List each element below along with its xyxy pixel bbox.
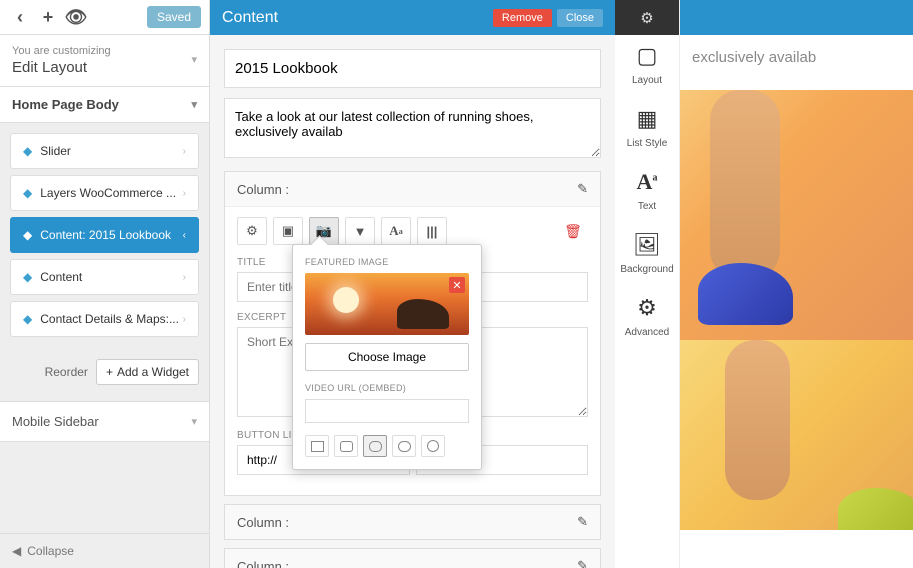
collapse-icon: ◀ xyxy=(12,544,21,558)
design-panel: ⚙ ▢Layout ▦List Style AaText 🖼Background… xyxy=(615,0,680,568)
column-header[interactable]: Column : ✎ xyxy=(225,172,600,206)
text-icon: Aa xyxy=(619,171,675,193)
remove-button[interactable]: Remove xyxy=(493,9,552,27)
image-icon[interactable]: ▣ xyxy=(273,217,303,245)
column-header[interactable]: Column :✎ xyxy=(225,505,600,539)
content-body: Take a look at our latest collection of … xyxy=(210,35,615,568)
widget-list: ◆Slider› ◆Layers WooCommerce ...› ◆Conte… xyxy=(0,123,209,353)
preview-topbar xyxy=(680,0,913,35)
widget-contact-maps[interactable]: ◆Contact Details & Maps:...› xyxy=(10,301,199,337)
close-button[interactable]: Close xyxy=(557,9,603,27)
layers-icon: ◆ xyxy=(23,186,32,200)
column-header[interactable]: Column :✎ xyxy=(225,549,600,568)
plus-icon: + xyxy=(106,365,113,379)
design-list-style[interactable]: ▦List Style xyxy=(615,98,679,161)
video-url-label: VIDEO URL (OEMBED) xyxy=(305,383,469,393)
design-layout[interactable]: ▢Layout xyxy=(615,35,679,98)
layers-icon: ◆ xyxy=(23,144,32,158)
shape-round-sm[interactable] xyxy=(334,435,358,457)
add-icon[interactable]: + xyxy=(36,5,60,29)
layers-icon: ◆ xyxy=(23,228,32,242)
sliders-icon: ⚙ xyxy=(619,297,675,319)
saved-button[interactable]: Saved xyxy=(147,6,201,28)
customizer-sidebar: ‹ + 👁 Saved You are customizing Edit Lay… xyxy=(0,0,210,568)
featured-image-label: FEATURED IMAGE xyxy=(305,257,469,267)
column-accordion: Column :✎ xyxy=(224,504,601,540)
preview-pane: exclusively availab xyxy=(680,0,913,568)
chevron-right-icon: › xyxy=(183,314,186,325)
chevron-left-icon: ‹ xyxy=(183,230,186,241)
shape-round-lg[interactable] xyxy=(392,435,416,457)
shape-square[interactable] xyxy=(305,435,329,457)
chevron-right-icon: › xyxy=(183,188,186,199)
layers-icon: ◆ xyxy=(23,270,32,284)
widget-slider[interactable]: ◆Slider› xyxy=(10,133,199,169)
add-widget-button[interactable]: +Add a Widget xyxy=(96,359,199,385)
columns-icon[interactable]: ||| xyxy=(417,217,447,245)
section-mobile-sidebar[interactable]: Mobile Sidebar ▾ xyxy=(0,401,209,442)
image-decoration xyxy=(333,287,359,313)
preview-body-text: exclusively availab xyxy=(680,35,913,80)
edit-layout-title: Edit Layout xyxy=(12,59,197,76)
widget-content[interactable]: ◆Content› xyxy=(10,259,199,295)
chevron-right-icon: › xyxy=(183,272,186,283)
column-toolbar: ⚙ ▣ 📷 ▼ Aa ||| 🗑 xyxy=(237,217,588,245)
trash-icon[interactable]: 🗑 xyxy=(558,217,588,245)
shield-icon[interactable]: ▼ xyxy=(345,217,375,245)
column-accordion-open: Column : ✎ ⚙ ▣ 📷 ▼ Aa ||| 🗑 TITLE EXCERP… xyxy=(224,171,601,496)
layout-icon: ▢ xyxy=(619,45,675,67)
layers-icon: ◆ xyxy=(23,312,32,326)
image-icon: 🖼 xyxy=(619,234,675,256)
shape-circle[interactable] xyxy=(421,435,445,457)
video-url-input[interactable] xyxy=(305,399,469,423)
reorder-link[interactable]: Reorder xyxy=(45,365,88,379)
pencil-icon[interactable]: ✎ xyxy=(577,558,588,568)
customize-header[interactable]: You are customizing Edit Layout ▾ xyxy=(0,35,209,87)
design-text[interactable]: AaText xyxy=(615,161,679,224)
choose-image-button[interactable]: Choose Image xyxy=(305,343,469,371)
remove-image-icon[interactable]: ✕ xyxy=(449,277,465,293)
content-header: Content Remove Close xyxy=(210,0,615,35)
column-accordion: Column :✎ xyxy=(224,548,601,568)
preview-eye-icon[interactable]: 👁 xyxy=(64,5,88,29)
column-body: ⚙ ▣ 📷 ▼ Aa ||| 🗑 TITLE EXCERPT BUTTON LI… xyxy=(225,206,600,495)
sidebar-topbar: ‹ + 👁 Saved xyxy=(0,0,209,35)
panel-title: Content xyxy=(222,9,278,27)
content-panel: Content Remove Close Take a look at our … xyxy=(210,0,615,568)
back-icon[interactable]: ‹ xyxy=(8,5,32,29)
heading-input[interactable] xyxy=(224,49,601,88)
design-advanced[interactable]: ⚙Advanced xyxy=(615,287,679,350)
collapse-button[interactable]: ◀ Collapse xyxy=(0,533,209,568)
body-textarea[interactable]: Take a look at our latest collection of … xyxy=(224,98,601,158)
pencil-icon[interactable]: ✎ xyxy=(577,514,588,530)
section-label: Home Page Body xyxy=(12,97,119,112)
image-decoration xyxy=(397,299,449,329)
sliders-icon: ⚙ xyxy=(640,9,653,27)
featured-image-popover: FEATURED IMAGE ✕ Choose Image VIDEO URL … xyxy=(292,244,482,470)
shape-round-md[interactable] xyxy=(363,435,387,457)
design-header[interactable]: ⚙ xyxy=(615,0,679,35)
sliders-icon[interactable]: ⚙ xyxy=(237,217,267,245)
image-shape-row xyxy=(305,435,469,457)
text-size-icon[interactable]: Aa xyxy=(381,217,411,245)
featured-image-preview: ✕ xyxy=(305,273,469,335)
chevron-down-icon: ▾ xyxy=(191,415,197,428)
widget-woocommerce[interactable]: ◆Layers WooCommerce ...› xyxy=(10,175,199,211)
widget-content-lookbook[interactable]: ◆Content: 2015 Lookbook‹ xyxy=(10,217,199,253)
pencil-icon[interactable]: ✎ xyxy=(577,181,588,197)
widget-actions: Reorder +Add a Widget xyxy=(0,353,209,397)
chevron-right-icon: › xyxy=(183,146,186,157)
preview-image-runner-bottom xyxy=(680,340,913,530)
section-home-body[interactable]: Home Page Body ▾ xyxy=(0,87,209,123)
chevron-down-icon: ▾ xyxy=(191,53,197,66)
preview-image-runner xyxy=(680,90,913,340)
grid-icon: ▦ xyxy=(619,108,675,130)
design-background[interactable]: 🖼Background xyxy=(615,224,679,287)
customizing-label: You are customizing xyxy=(12,45,197,57)
chevron-down-icon: ▾ xyxy=(191,98,197,111)
